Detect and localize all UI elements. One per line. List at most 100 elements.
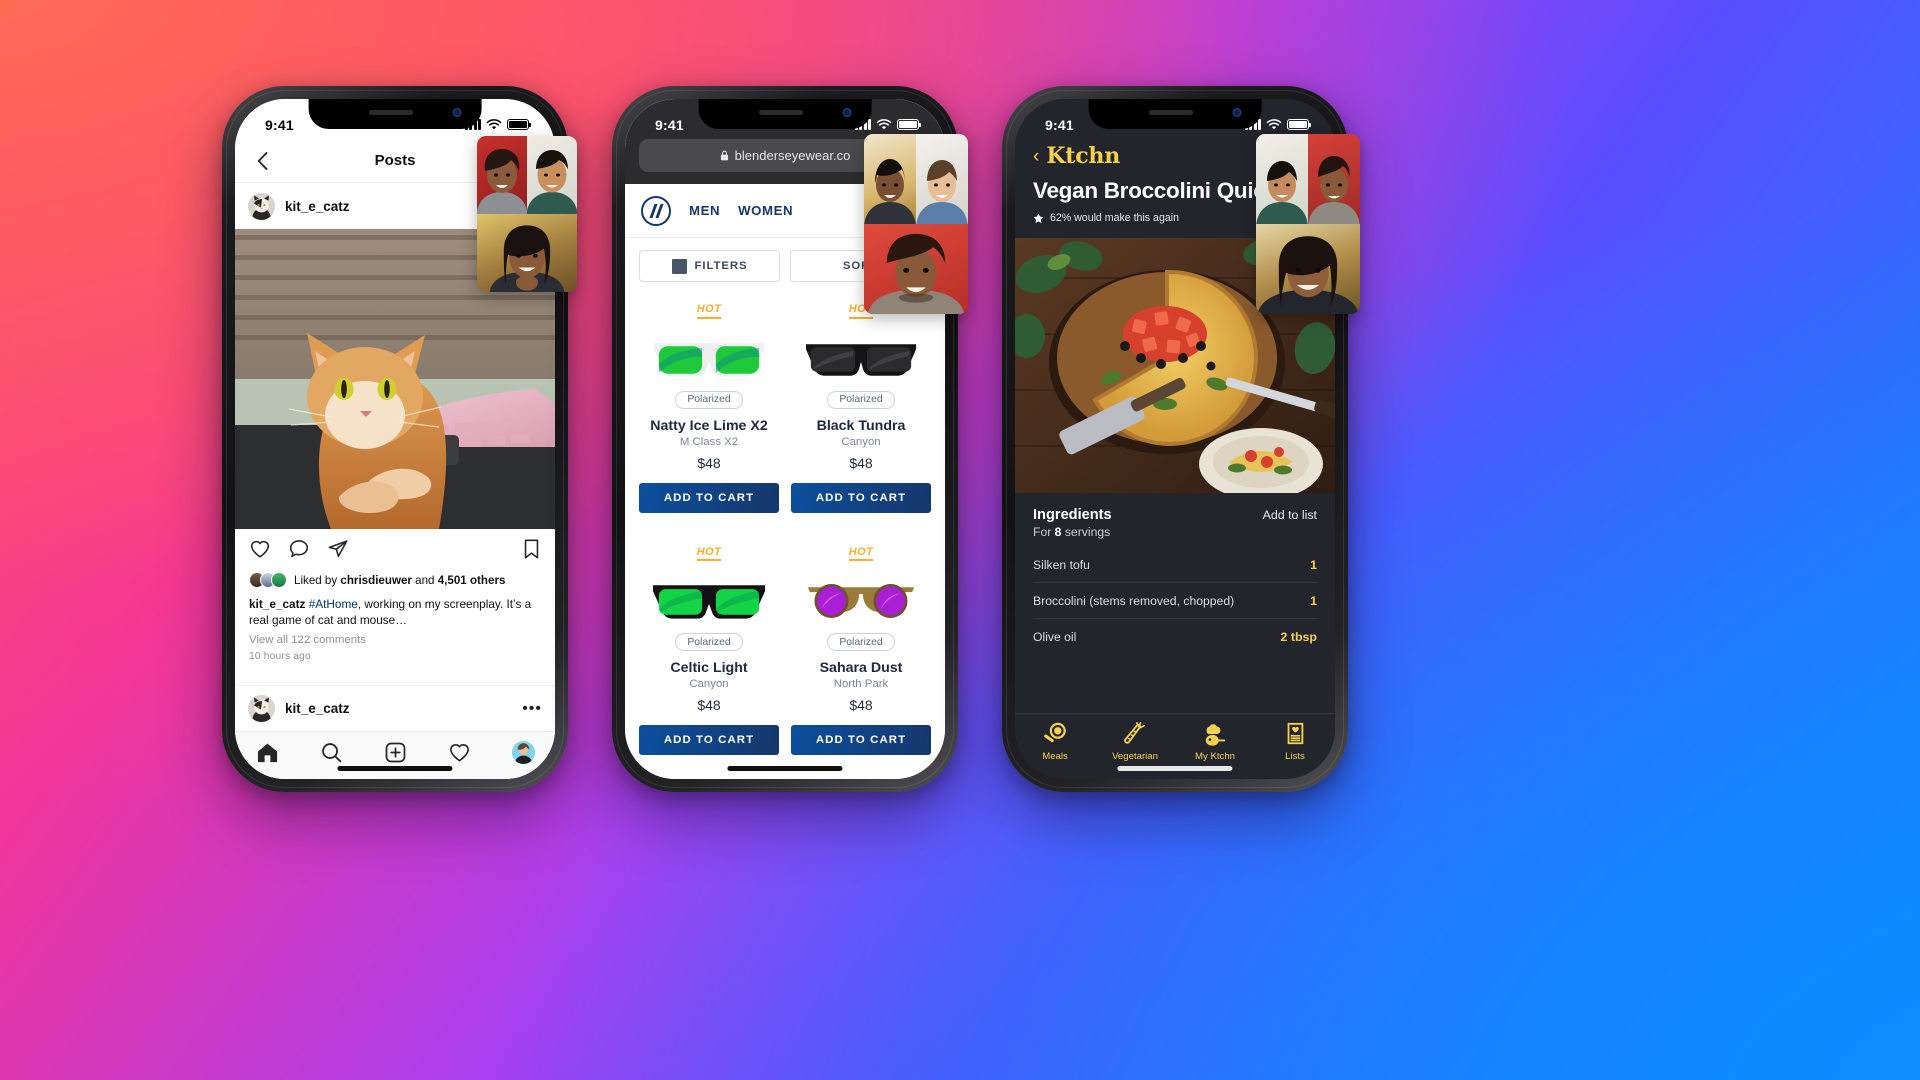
product-image bbox=[802, 327, 920, 389]
chevron-left-icon[interactable]: ‹ bbox=[1033, 147, 1039, 166]
comment-author-name: kit_e_catz bbox=[285, 701, 350, 716]
heart-icon[interactable] bbox=[448, 741, 471, 764]
cat-avatar bbox=[248, 695, 275, 722]
ingredient-amount: 1 bbox=[1310, 594, 1317, 608]
tab-label: Vegetarian bbox=[1112, 751, 1158, 762]
video-tile-participant-1[interactable] bbox=[864, 134, 916, 224]
view-comments-link[interactable]: View all 122 comments bbox=[235, 629, 555, 646]
hot-badge: HOT bbox=[848, 546, 874, 562]
post-actions bbox=[235, 529, 555, 569]
tab-label: My Ktchn bbox=[1195, 751, 1235, 762]
video-tile-participant-1[interactable] bbox=[477, 136, 527, 214]
earpiece-speaker bbox=[369, 110, 414, 115]
search-icon[interactable] bbox=[320, 741, 343, 764]
plus-square-icon[interactable] bbox=[384, 741, 407, 764]
ingredient-row[interactable]: Silken tofu 1 bbox=[1033, 547, 1317, 583]
caption-username[interactable]: kit_e_catz bbox=[249, 597, 305, 611]
video-tile-participant-3[interactable] bbox=[1256, 224, 1360, 314]
product-price: $48 bbox=[849, 697, 873, 714]
ellipsis-icon[interactable]: ••• bbox=[522, 700, 542, 717]
add-to-cart-button[interactable]: ADD TO CART bbox=[791, 482, 931, 513]
video-call-pip[interactable] bbox=[477, 136, 577, 292]
servings-prefix: For bbox=[1033, 525, 1055, 539]
polarized-tag: Polarized bbox=[675, 390, 743, 409]
list-heart-icon bbox=[1287, 722, 1304, 745]
video-call-pip[interactable] bbox=[864, 134, 968, 314]
profile-avatar-icon[interactable] bbox=[511, 741, 535, 764]
video-tile-participant-3[interactable] bbox=[864, 224, 968, 314]
wifi-icon bbox=[486, 118, 502, 129]
filters-button[interactable]: FILTERS bbox=[639, 250, 780, 282]
product-name: Sahara Dust bbox=[819, 660, 903, 677]
add-to-cart-button[interactable]: ADD TO CART bbox=[639, 725, 779, 756]
post-author-name: kit_e_catz bbox=[285, 198, 350, 214]
tab-lists[interactable]: Lists bbox=[1260, 722, 1330, 762]
video-tile-participant-2[interactable] bbox=[1308, 134, 1360, 224]
ingredient-row[interactable]: Olive oil 2 tbsp bbox=[1033, 619, 1317, 654]
video-call-pip[interactable] bbox=[1256, 134, 1360, 314]
comment-compose-row[interactable]: kit_e_catz ••• bbox=[235, 685, 555, 731]
product-card[interactable]: HOT Polarized Sahara Dust North Park $48… bbox=[791, 541, 931, 780]
tab-label: Lists bbox=[1285, 751, 1305, 762]
url-text: blenderseyewear.co bbox=[734, 148, 851, 163]
likes-row[interactable]: Liked by chrisdieuwer and 4,501 others bbox=[235, 569, 555, 591]
video-tile-participant-3[interactable] bbox=[477, 214, 577, 292]
product-price: $48 bbox=[697, 454, 721, 471]
tab-vegetarian[interactable]: Vegetarian bbox=[1100, 722, 1170, 762]
likes-prefix: Liked by bbox=[294, 573, 341, 587]
ingredients-section: Ingredients Add to list For 8 servings S… bbox=[1015, 493, 1335, 713]
product-card[interactable]: HOT Polarized Natty Ice Lime X2 M Class … bbox=[639, 298, 779, 537]
status-time: 9:41 bbox=[655, 116, 684, 133]
product-card[interactable]: HOT Polarized Black Tundra Canyon $48 AD… bbox=[791, 298, 931, 537]
add-to-list-button[interactable]: Add to list bbox=[1263, 508, 1317, 522]
likes-middle: and bbox=[411, 573, 438, 587]
home-indicator bbox=[337, 766, 453, 771]
product-name: Celtic Light bbox=[670, 660, 748, 677]
product-image bbox=[802, 569, 920, 631]
instagram-tabbar bbox=[235, 731, 555, 779]
product-price: $48 bbox=[849, 454, 873, 471]
add-to-cart-button[interactable]: ADD TO CART bbox=[791, 725, 931, 756]
ingredient-row[interactable]: Broccolini (stems removed, chopped) 1 bbox=[1033, 583, 1317, 619]
nav-link-men[interactable]: MEN bbox=[689, 203, 720, 218]
post-timestamp: 10 hours ago bbox=[249, 650, 311, 662]
status-time: 9:41 bbox=[265, 116, 294, 133]
chef-hat-icon bbox=[1205, 724, 1226, 746]
front-camera bbox=[842, 108, 852, 117]
lock-icon bbox=[720, 150, 728, 161]
nav-link-women[interactable]: WOMEN bbox=[738, 203, 793, 218]
filter-square-icon bbox=[671, 258, 687, 274]
ingredient-name: Broccolini (stems removed, chopped) bbox=[1033, 594, 1235, 608]
add-to-cart-button[interactable]: ADD TO CART bbox=[639, 482, 779, 513]
heart-icon[interactable] bbox=[249, 538, 271, 560]
comment-bubble-icon[interactable] bbox=[288, 538, 310, 560]
blenders-slash-logo[interactable] bbox=[641, 195, 671, 226]
liker-name: chrisdieuwer bbox=[340, 573, 412, 587]
cat-avatar[interactable] bbox=[248, 192, 275, 220]
post-caption: kit_e_catz #AtHome, working on my screen… bbox=[235, 591, 555, 629]
ingredients-heading: Ingredients bbox=[1033, 507, 1112, 523]
video-tile-participant-1[interactable] bbox=[1256, 134, 1308, 224]
likes-count: 4,501 others bbox=[437, 573, 506, 587]
ingredient-amount: 1 bbox=[1310, 558, 1317, 572]
caption-hashtag[interactable]: #AtHome bbox=[309, 597, 358, 611]
likes-text: Liked by chrisdieuwer and 4,501 others bbox=[294, 574, 505, 587]
status-time: 9:41 bbox=[1045, 116, 1074, 133]
product-card[interactable]: HOT Polarized Celtic Light Canyon $48 AD… bbox=[639, 541, 779, 780]
product-collection: North Park bbox=[833, 678, 889, 691]
tab-meals[interactable]: Meals bbox=[1020, 722, 1090, 762]
video-tile-participant-2[interactable] bbox=[916, 134, 968, 224]
home-icon[interactable] bbox=[256, 741, 279, 764]
video-tile-participant-2[interactable] bbox=[527, 136, 577, 214]
bookmark-icon[interactable] bbox=[522, 538, 541, 560]
servings-suffix: servings bbox=[1061, 525, 1111, 539]
rating-text: 62% would make this again bbox=[1050, 212, 1179, 224]
pan-search-icon bbox=[1044, 722, 1066, 743]
wifi-icon bbox=[876, 118, 892, 129]
earpiece-speaker bbox=[759, 110, 804, 115]
tab-my-ktchn[interactable]: My Ktchn bbox=[1180, 722, 1250, 762]
product-name: Black Tundra bbox=[816, 417, 906, 434]
paper-plane-icon[interactable] bbox=[327, 538, 349, 560]
star-icon bbox=[1033, 213, 1044, 223]
product-image bbox=[650, 569, 768, 631]
